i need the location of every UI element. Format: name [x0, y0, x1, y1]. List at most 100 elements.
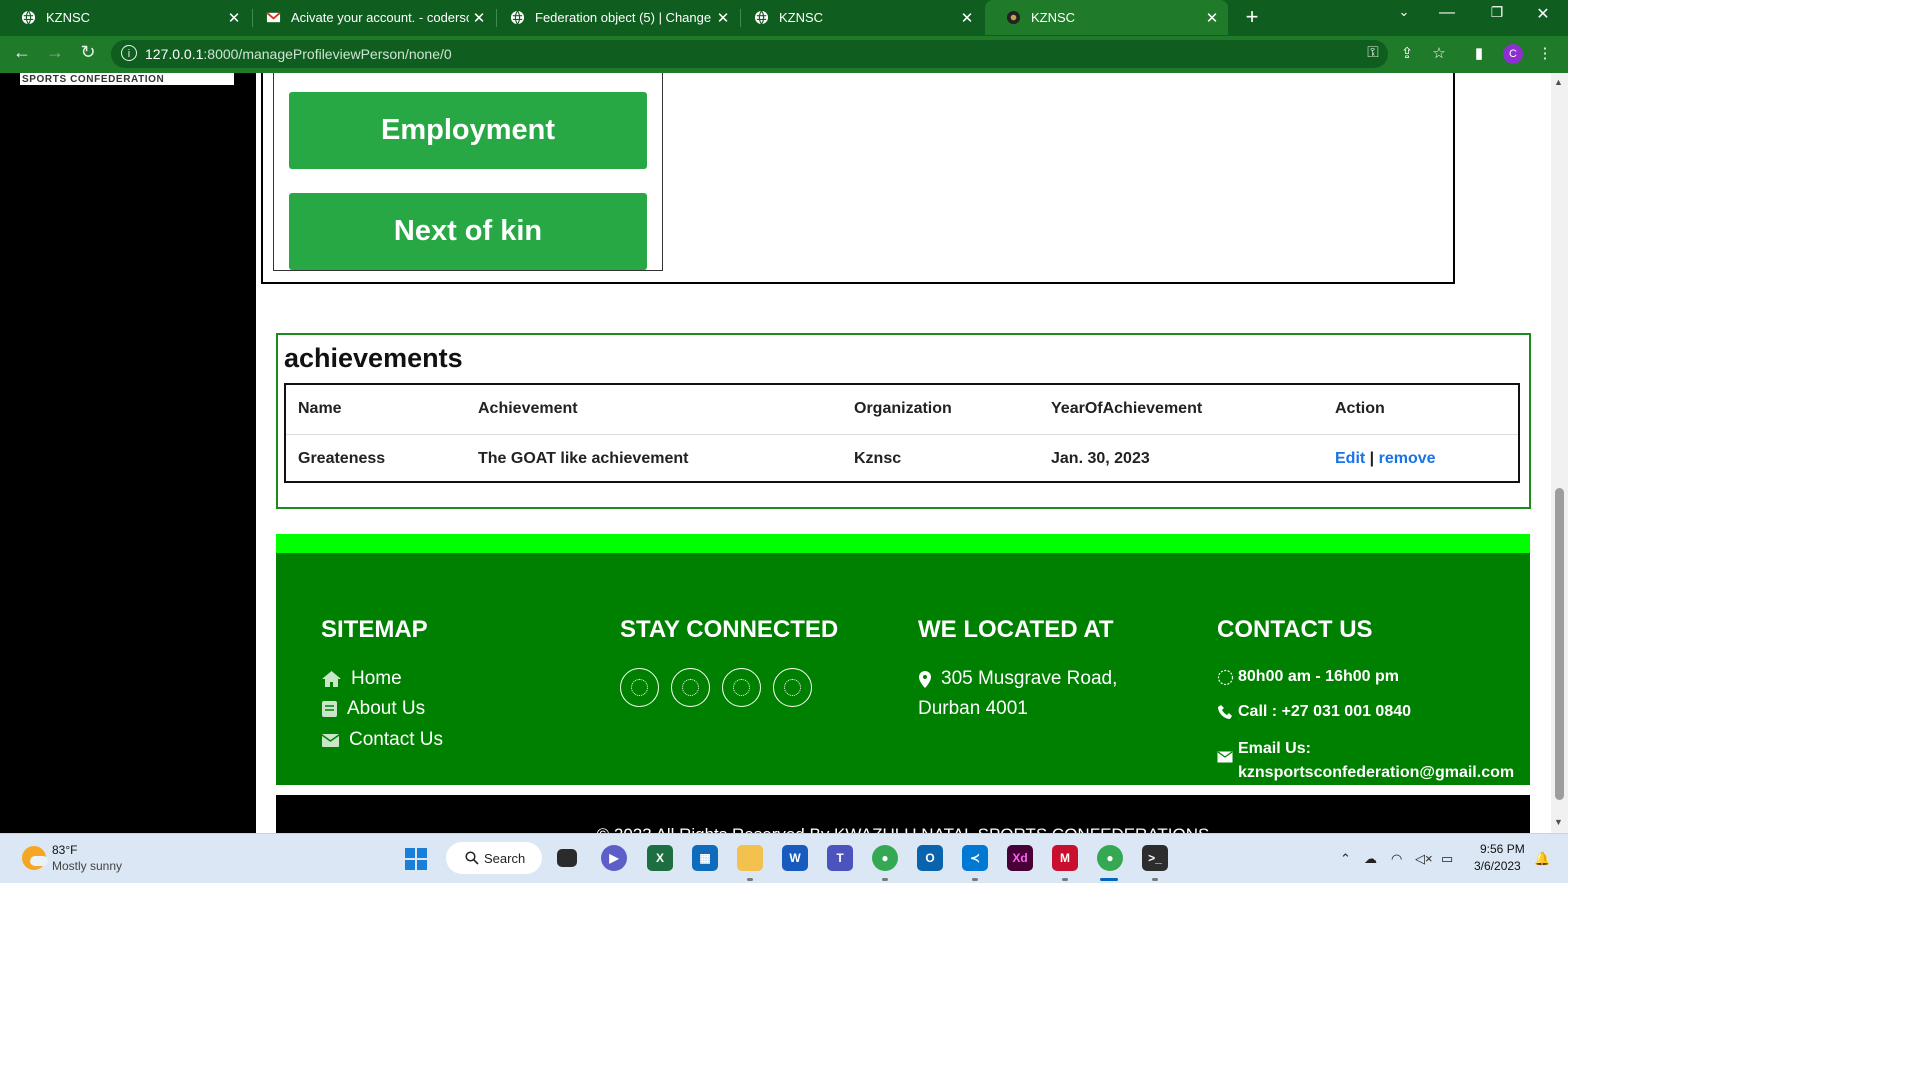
share-icon[interactable]: ⇪	[1396, 44, 1418, 62]
mcafee-icon[interactable]: M	[1052, 845, 1078, 871]
action-cell: Edit | remove	[1335, 450, 1436, 468]
bookmark-star-icon[interactable]: ☆	[1428, 44, 1450, 62]
tab-close-icon[interactable]: ✕	[469, 9, 489, 27]
tab-close-icon[interactable]: ✕	[224, 9, 244, 27]
footer-link-about[interactable]: About Us	[321, 698, 425, 720]
tab-title: KZNSC	[779, 10, 824, 25]
tray-chevron-icon[interactable]: ⌃	[1340, 851, 1351, 867]
copyright-text: © 2023 All Rights Reserved By KWAZULU NA…	[276, 825, 1530, 833]
profile-avatar[interactable]: C	[1503, 44, 1523, 64]
email-block[interactable]: Email Us: kznsportsconfederation@gmail.c…	[1217, 737, 1514, 785]
browser-toolbar: ← → ↻ i 127.0.0.1:8000/manageProfileview…	[0, 36, 1568, 73]
windows-start-icon[interactable]	[404, 847, 428, 871]
browser-tab-active[interactable]: KZNSC ✕	[985, 0, 1228, 35]
employment-button[interactable]: Employment	[289, 92, 647, 169]
vertical-scrollbar[interactable]: ▲ ▼	[1551, 73, 1568, 833]
next-of-kin-button[interactable]: Next of kin	[289, 193, 647, 270]
column-header: YearOfAchievement	[1051, 400, 1203, 417]
tab-close-icon[interactable]: ✕	[957, 9, 977, 27]
action-separator: |	[1369, 450, 1375, 467]
adobe-xd-icon[interactable]: Xd	[1007, 845, 1033, 871]
new-tab-icon[interactable]: +	[1240, 4, 1264, 30]
onedrive-icon[interactable]: ☁	[1364, 851, 1377, 867]
browser-menu-icon[interactable]: ⋮	[1534, 44, 1556, 62]
taskbar-search[interactable]: Search	[446, 842, 542, 874]
gmail-icon	[266, 12, 281, 23]
weather-description[interactable]: Mostly sunny	[52, 859, 122, 873]
browser-tab[interactable]: KZNSC ✕	[0, 0, 250, 35]
excel-icon[interactable]: X	[647, 845, 673, 871]
reload-icon[interactable]: ↻	[76, 42, 100, 63]
social-icon-4[interactable]	[773, 668, 812, 707]
running-indicator	[747, 878, 753, 881]
copyright-bar: © 2023 All Rights Reserved By KWAZULU NA…	[276, 795, 1530, 833]
tab-close-icon[interactable]: ✕	[1202, 9, 1222, 27]
restore-icon[interactable]: ❐	[1482, 4, 1512, 21]
back-arrow-icon[interactable]: ←	[10, 42, 34, 63]
table-header-row: Name Achievement Organization YearOfAchi…	[286, 385, 1518, 435]
envelope-icon	[321, 733, 340, 747]
address-line-2: Durban 4001	[918, 698, 1028, 719]
site-info-icon[interactable]: i	[121, 45, 137, 61]
wifi-icon[interactable]: ◠	[1391, 851, 1402, 867]
column-header: Action	[1335, 400, 1385, 417]
weather-temperature[interactable]: 83°F	[52, 843, 77, 857]
word-icon[interactable]: W	[782, 845, 808, 871]
password-key-icon[interactable]: ⚿	[1363, 44, 1383, 61]
browser-tab[interactable]: Acivate your account. - coderscom ✕	[245, 0, 495, 35]
running-indicator	[972, 878, 978, 881]
tab-search-chevron-icon[interactable]: ⌄	[1389, 4, 1419, 20]
site-logo[interactable]: SPORTS CONFEDERATION	[20, 73, 234, 85]
email-address[interactable]: kznsportsconfederation@gmail.com	[1238, 764, 1514, 781]
achievements-section: achievements Name Achievement Organizati…	[276, 333, 1531, 509]
remove-link[interactable]: remove	[1379, 450, 1436, 467]
microsoft-store-icon[interactable]: ▦	[692, 845, 718, 871]
notification-bell-icon[interactable]: 🔔	[1534, 851, 1550, 867]
scroll-up-arrow-icon[interactable]: ▲	[1554, 77, 1563, 87]
active-indicator	[1100, 878, 1118, 881]
clock-date[interactable]: 3/6/2023	[1474, 859, 1521, 873]
home-icon	[322, 671, 341, 687]
edit-link[interactable]: Edit	[1335, 450, 1365, 467]
clock-time[interactable]: 9:56 PM	[1480, 842, 1525, 856]
social-icon-2[interactable]	[671, 668, 710, 707]
browser-tab[interactable]: KZNSC ✕	[733, 0, 983, 35]
teams-chat-icon[interactable]: ▶	[601, 845, 627, 871]
side-panel-icon[interactable]: ▮	[1468, 44, 1490, 62]
scroll-down-arrow-icon[interactable]: ▼	[1554, 817, 1563, 827]
search-icon	[465, 851, 479, 865]
footer: SITEMAP Home About Us Contact Us STAY CO…	[276, 553, 1530, 785]
chrome-profile-c-icon[interactable]: ●	[1097, 845, 1123, 871]
phone-number[interactable]: Call : +27 031 001 0840	[1217, 703, 1411, 721]
browser-tab[interactable]: Federation object (5) | Change fe ✕	[489, 0, 739, 35]
battery-icon[interactable]: ▭	[1441, 851, 1453, 867]
scrollbar-thumb[interactable]	[1555, 488, 1564, 800]
column-header: Name	[298, 400, 342, 417]
outlook-icon[interactable]: O	[917, 845, 943, 871]
window-close-icon[interactable]: ✕	[1528, 4, 1558, 24]
volume-muted-icon[interactable]: ◁×	[1415, 851, 1433, 867]
terminal-icon[interactable]: >_	[1142, 845, 1168, 871]
vscode-icon[interactable]: ≺	[962, 845, 988, 871]
footer-accent-bar	[276, 534, 1530, 553]
address-line-1: 305 Musgrave Road,	[918, 668, 1117, 690]
social-icon-3[interactable]	[722, 668, 761, 707]
running-indicator	[1062, 878, 1068, 881]
address-bar[interactable]: i 127.0.0.1:8000/manageProfileviewPerson…	[111, 40, 1388, 68]
social-icon-1[interactable]	[620, 668, 659, 707]
achievements-table: Name Achievement Organization YearOfAchi…	[284, 383, 1520, 483]
chrome-profile-h-icon[interactable]: ●	[872, 845, 898, 871]
tab-title: Federation object (5) | Change fe	[535, 10, 713, 25]
forward-arrow-icon[interactable]: →	[43, 42, 67, 63]
teams-icon[interactable]: T	[827, 845, 853, 871]
task-view-icon[interactable]	[557, 849, 577, 867]
achievement-description: The GOAT like achievement	[478, 450, 689, 467]
envelope-icon	[1217, 751, 1233, 763]
minimize-icon[interactable]: —	[1432, 4, 1462, 22]
file-explorer-icon[interactable]	[737, 845, 763, 871]
running-indicator	[882, 878, 888, 881]
email-label: Email Us:	[1238, 740, 1311, 757]
footer-link-contact[interactable]: Contact Us	[321, 729, 443, 751]
footer-link-home[interactable]: Home	[321, 668, 402, 690]
tab-close-icon[interactable]: ✕	[713, 9, 733, 27]
